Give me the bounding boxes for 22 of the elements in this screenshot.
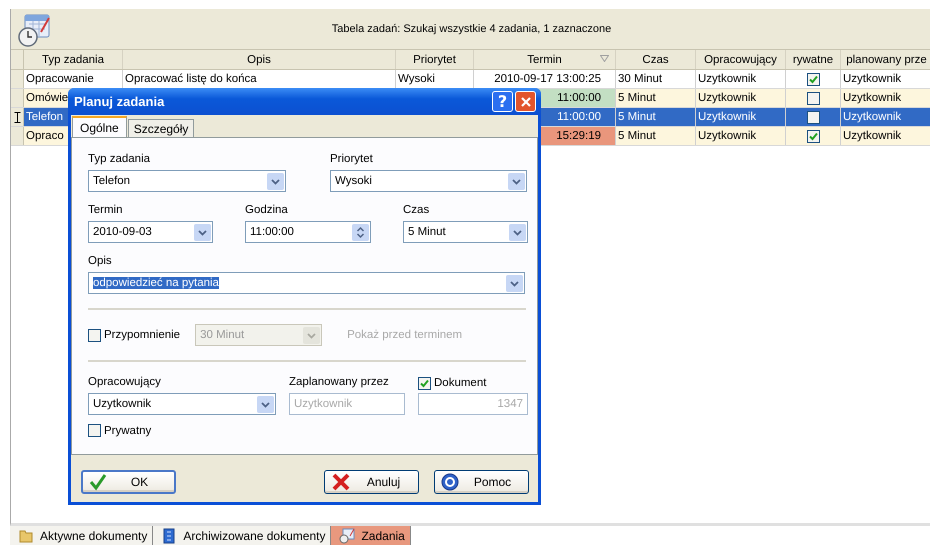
table-cell: Uzytkownik — [841, 70, 930, 88]
table-cell: 5 Minut — [616, 108, 696, 126]
field-label: Termin — [88, 204, 124, 218]
field-label: Priorytet — [330, 153, 374, 167]
field-label: Typ zadania — [88, 153, 152, 167]
table-cell: 5 Minut — [616, 127, 696, 145]
field-label: Pokaż przed terminem — [347, 329, 462, 341]
table-title: Tabela zadań: Szukaj wszystkie 4 zadania, 1 zaznaczone — [330, 23, 612, 35]
table-cell: Uzytkownik — [696, 127, 786, 145]
table-cell: 30 Minut — [616, 70, 696, 88]
field-label: Czas — [403, 204, 430, 218]
table-cell: Uzytkownik — [696, 108, 786, 126]
table-cell: 5 Minut — [616, 89, 696, 107]
table-cell: Uzytkownik — [841, 89, 930, 107]
field-label: Opracowujący — [88, 376, 162, 390]
field-label: Opis — [88, 255, 113, 269]
table-cell: Uzytkownik — [696, 89, 786, 107]
table-cell: Uzytkownik — [696, 70, 786, 88]
table-cell: Uzytkownik — [841, 108, 930, 126]
field-label: Zaplanowany przez — [289, 376, 390, 390]
field-label: Godzina — [245, 204, 289, 218]
table-cell: Uzytkownik — [841, 127, 930, 145]
